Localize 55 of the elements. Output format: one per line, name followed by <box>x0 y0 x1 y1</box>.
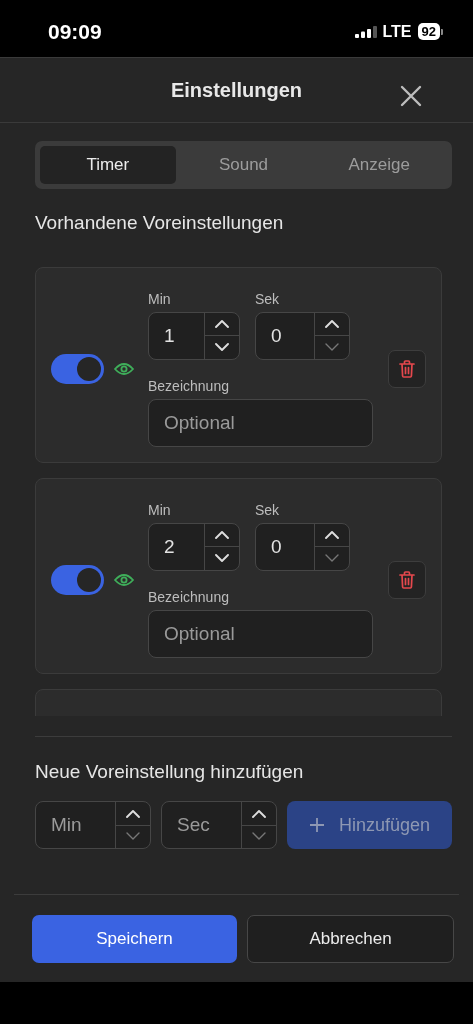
save-button[interactable]: Speichern <box>32 915 237 963</box>
field-label: Bezeichnung <box>148 377 230 394</box>
tab[interactable]: Sound <box>175 146 312 184</box>
chevron-up-icon <box>325 530 339 540</box>
name-field[interactable]: Optional <box>148 398 373 447</box>
field-label: Min <box>148 501 172 518</box>
number-field[interactable]: 0 <box>255 522 350 571</box>
toggle-switch[interactable] <box>51 353 104 384</box>
battery-icon: 92 <box>417 23 443 40</box>
chevron-up-icon <box>252 808 266 818</box>
section-heading: Vorhandene Voreinstellungen <box>35 211 285 235</box>
chevron-up-icon <box>215 530 229 540</box>
chevron-down-icon <box>215 553 229 563</box>
plus-icon <box>308 817 325 833</box>
field-label: Bezeichnung <box>148 588 230 605</box>
trash-icon <box>399 359 415 378</box>
toggle-switch[interactable] <box>51 564 104 595</box>
chevron-up-icon <box>215 319 229 329</box>
network-label: LTE <box>382 22 412 41</box>
delete-button[interactable] <box>388 349 426 388</box>
number-input[interactable]: Min <box>36 802 115 848</box>
number-input[interactable]: Sec <box>162 802 241 848</box>
dialog-title: Einstellungen <box>170 78 303 102</box>
cancel-button[interactable]: Abbrechen <box>247 915 454 963</box>
signal-icon <box>354 25 377 38</box>
number-field[interactable]: 2 <box>148 522 240 571</box>
number-field[interactable]: 1 <box>148 311 240 360</box>
field-label: Sek <box>255 290 281 307</box>
chevron-down-icon <box>215 342 229 352</box>
close-button[interactable] <box>399 84 423 108</box>
close-icon <box>399 84 423 108</box>
number-field[interactable]: 0 <box>255 311 350 360</box>
chevron-up-icon <box>126 808 140 818</box>
number-input[interactable]: 1 <box>149 312 204 359</box>
number-field[interactable]: Min <box>35 801 151 849</box>
section-heading: Neue Voreinstellung hinzufügen <box>35 760 305 784</box>
delete-button[interactable] <box>388 560 426 599</box>
tab[interactable]: Timer <box>40 146 176 184</box>
name-field[interactable]: Optional <box>148 609 373 658</box>
eye-icon[interactable] <box>114 361 134 376</box>
field-label: Min <box>148 290 172 307</box>
trash-icon <box>399 570 415 589</box>
chevron-down-icon <box>126 832 140 842</box>
clock-time: 09:09 <box>48 19 103 44</box>
tab[interactable]: Anzeige <box>311 146 447 184</box>
number-input[interactable]: 0 <box>256 312 314 359</box>
eye-icon[interactable] <box>114 572 134 587</box>
chevron-down-icon <box>325 553 339 563</box>
number-field[interactable]: Sec <box>161 801 277 849</box>
field-label: Sek <box>255 501 281 518</box>
number-input[interactable]: 0 <box>256 523 314 570</box>
chevron-down-icon <box>252 832 266 842</box>
chevron-down-icon <box>325 342 339 352</box>
number-input[interactable]: 2 <box>149 523 204 570</box>
chevron-up-icon <box>325 319 339 329</box>
